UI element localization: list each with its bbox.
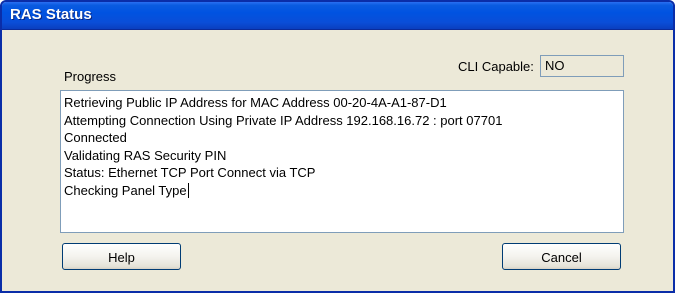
cli-capable-label: CLI Capable:: [458, 59, 534, 74]
progress-label: Progress: [64, 69, 117, 84]
cancel-button[interactable]: Cancel: [502, 243, 621, 270]
text-caret: [187, 182, 189, 198]
title-bar[interactable]: RAS Status: [2, 2, 673, 30]
help-button[interactable]: Help: [62, 243, 181, 270]
progress-line-current: Checking Panel Type: [64, 182, 502, 200]
progress-line-text: Checking Panel Type: [64, 182, 187, 198]
progress-line: Retrieving Public IP Address for MAC Add…: [64, 95, 447, 110]
window-title: RAS Status: [10, 6, 92, 23]
ras-status-dialog: RAS Status Progress CLI Capable: NO Retr…: [0, 0, 675, 293]
progress-line: Status: Ethernet TCP Port Connect via TC…: [64, 165, 316, 180]
dialog-body: Progress CLI Capable: NO Retrieving Publ…: [2, 30, 673, 291]
progress-log[interactable]: Retrieving Public IP Address for MAC Add…: [60, 90, 624, 233]
progress-line: Connected: [64, 130, 127, 145]
progress-lines: Retrieving Public IP Address for MAC Add…: [64, 94, 502, 199]
progress-line: Validating RAS Security PIN: [64, 147, 227, 163]
progress-line: Attempting Connection Using Private IP A…: [64, 112, 503, 128]
cli-capable-field: NO: [540, 55, 624, 77]
